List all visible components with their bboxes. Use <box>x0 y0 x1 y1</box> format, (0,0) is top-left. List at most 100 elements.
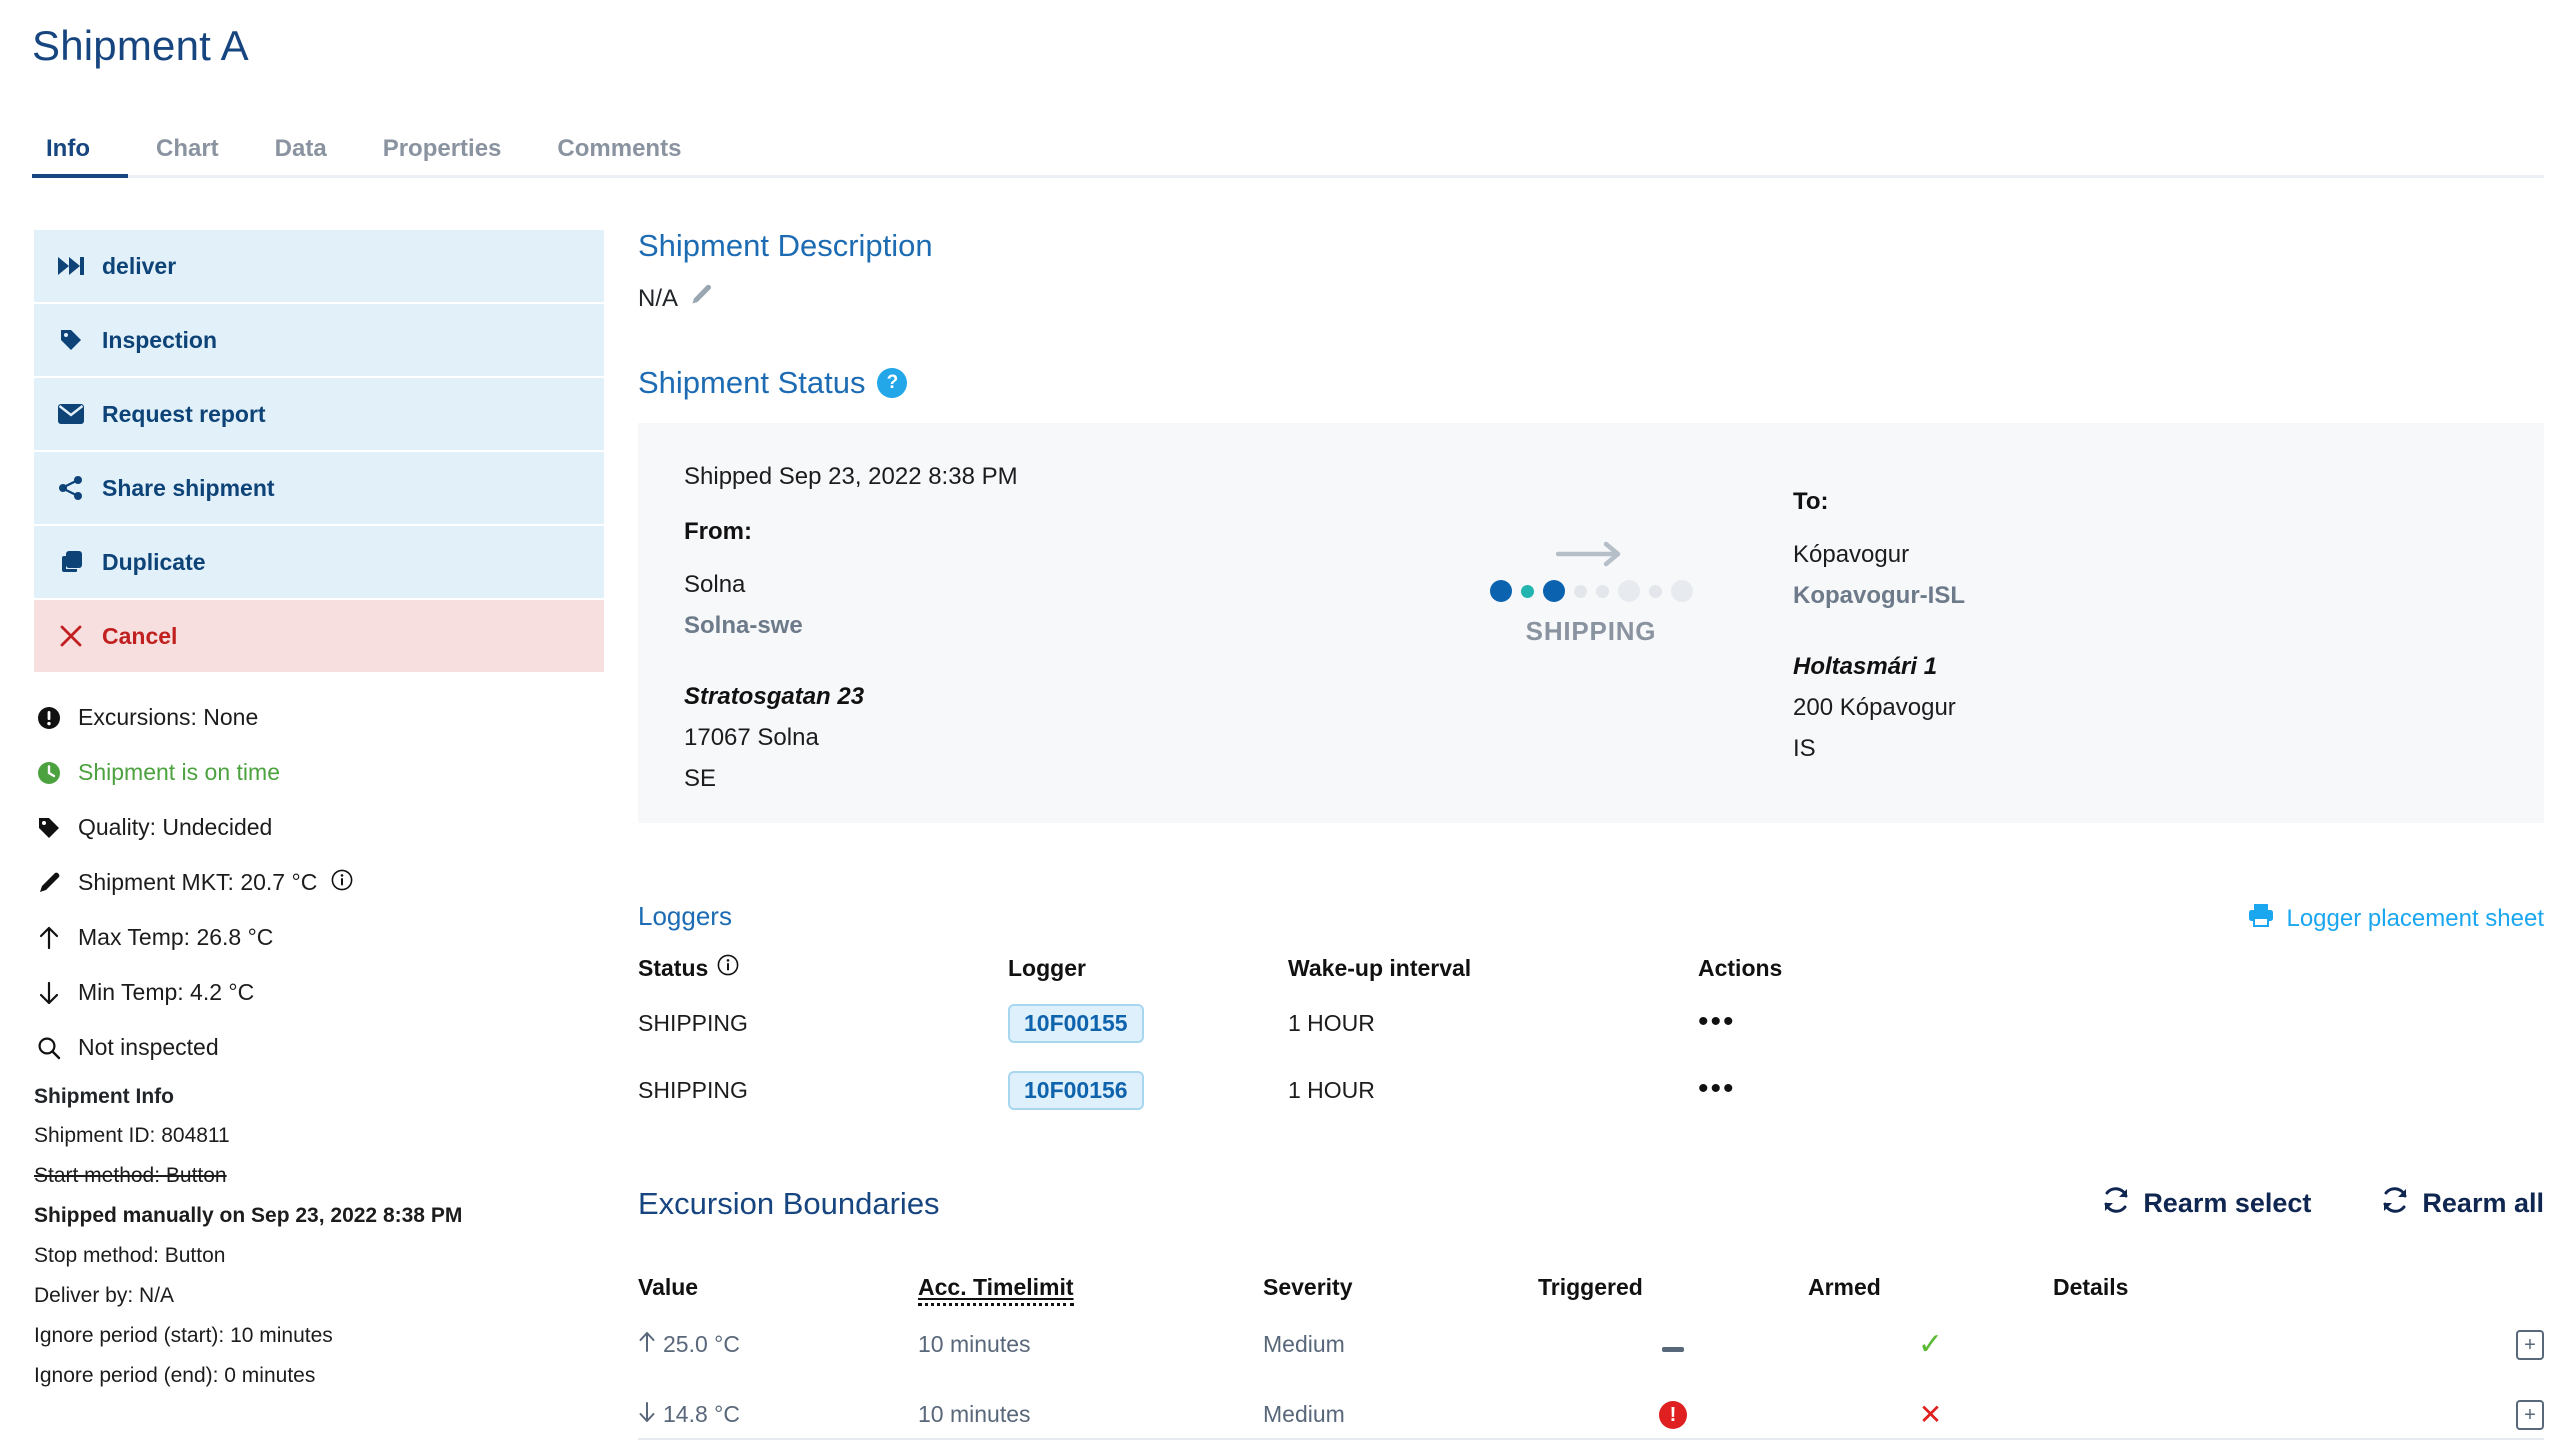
to-country: IS <box>1793 735 1816 762</box>
excursion-boundaries-section: Excursion Boundaries Rearm select Rearm … <box>638 1186 2544 1449</box>
tab-data[interactable]: Data <box>247 137 355 175</box>
progress-dot-4 <box>1595 584 1609 598</box>
info-circle-icon[interactable] <box>717 954 739 982</box>
shipment-info-heading: Shipment Info <box>34 1085 174 1108</box>
logger-interval: 1 HOUR <box>1288 1077 1375 1103</box>
shipment-status-title-row: Shipment Status ? <box>638 365 2544 401</box>
exc-severity: Medium <box>1263 1331 1345 1357</box>
to-city: Kópavogur <box>1793 541 1910 568</box>
page-title: Shipment A <box>32 22 249 69</box>
arrow-down-icon <box>34 981 64 1005</box>
inspection-button[interactable]: Inspection <box>34 304 604 378</box>
deliver-label: deliver <box>102 252 177 279</box>
table-row: 25.0 °C 10 minutes Medium ✓ + <box>638 1309 2544 1380</box>
logger-id-chip[interactable]: 10F00156 <box>1008 1071 1144 1110</box>
share-shipment-button[interactable]: Share shipment <box>34 452 604 526</box>
share-shipment-label: Share shipment <box>102 474 275 501</box>
progress-dot-7 <box>1670 580 1693 602</box>
rearm-all-label: Rearm all <box>2422 1188 2544 1218</box>
exc-col-triggered: Triggered <box>1538 1274 1643 1300</box>
from-city: Solna <box>684 571 746 598</box>
shipment-description-value: N/A <box>638 284 679 312</box>
close-icon <box>56 625 86 647</box>
shipment-detail-page: Shipment A Info Chart Data Properties Co… <box>0 0 2576 1452</box>
shipment-description-value-row: N/A <box>638 284 2544 313</box>
refresh-icon <box>2102 1186 2130 1221</box>
share-icon <box>56 476 86 500</box>
info-circle-icon[interactable] <box>331 869 353 897</box>
magnifier-icon <box>34 1036 64 1060</box>
triggered-alert-icon: ! <box>1659 1401 1687 1430</box>
shipment-info-deliver-by: Deliver by: N/A <box>34 1284 175 1307</box>
exc-value: 14.8 °C <box>663 1401 740 1427</box>
status-excursions-label: Excursions: None <box>78 704 259 730</box>
triggered-none-icon <box>1662 1347 1684 1352</box>
excursion-table: Value Acc. Timelimit Severity Triggered … <box>638 1274 2544 1449</box>
thermometer-icon <box>34 871 64 895</box>
exc-col-value: Value <box>638 1274 699 1300</box>
to-address: To: Kópavogur Kopavogur-ISL Holtasmári 1… <box>1793 488 1965 769</box>
action-menu: deliver Inspection Request report Share … <box>34 230 604 674</box>
loggers-col-interval: Wake-up interval <box>1288 955 1472 981</box>
details-expand-icon[interactable]: + <box>2516 1329 2544 1360</box>
status-on-time-label: Shipment is on time <box>78 759 280 785</box>
shipment-status-list: Excursions: None Shipment is on time Qua… <box>34 690 604 1075</box>
progress-dot-2 <box>1542 580 1565 602</box>
help-icon[interactable]: ? <box>877 368 908 398</box>
exc-col-severity: Severity <box>1263 1274 1353 1300</box>
progress-dot-3 <box>1573 584 1587 598</box>
bottom-divider <box>638 1438 2544 1440</box>
request-report-button[interactable]: Request report <box>34 378 604 452</box>
status-inspection-label: Not inspected <box>78 1034 219 1060</box>
progress-dots <box>1431 578 1751 604</box>
status-on-time: Shipment is on time <box>34 745 604 800</box>
exc-value: 25.0 °C <box>663 1331 740 1357</box>
rearm-select-button[interactable]: Rearm select <box>2102 1186 2311 1221</box>
logger-actions-menu-icon[interactable]: ••• <box>1698 1005 1736 1038</box>
cancel-button[interactable]: Cancel <box>34 600 604 674</box>
logger-actions-menu-icon[interactable]: ••• <box>1698 1072 1736 1105</box>
tab-info[interactable]: Info <box>32 137 128 178</box>
duplicate-label: Duplicate <box>102 548 206 575</box>
logger-id-chip[interactable]: 10F00155 <box>1008 1004 1144 1043</box>
duplicate-button[interactable]: Duplicate <box>34 526 604 600</box>
shipment-info-ignore-end: Ignore period (end): 0 minutes <box>34 1364 316 1387</box>
shipment-info-block: Shipment Info Shipment ID: 804811 Start … <box>34 1085 634 1396</box>
tag-icon <box>34 816 64 840</box>
tab-bar: Info Chart Data Properties Comments <box>32 122 2544 178</box>
status-mkt-label: Shipment MKT: 20.7 °C <box>78 869 318 895</box>
pencil-icon[interactable] <box>690 284 712 313</box>
shipping-progress: SHIPPING <box>1431 541 1751 647</box>
shipment-info-ignore-start: Ignore period (start): 10 minutes <box>34 1324 333 1347</box>
from-label: From: <box>684 518 752 545</box>
logger-status: SHIPPING <box>638 1010 748 1036</box>
tab-comments[interactable]: Comments <box>529 137 709 175</box>
to-label: To: <box>1793 488 1829 515</box>
from-code: Solna-swe <box>684 612 803 639</box>
logger-status: SHIPPING <box>638 1077 748 1103</box>
shipment-info-start-method: Start method: Button <box>34 1164 227 1187</box>
rearm-buttons: Rearm select Rearm all <box>2102 1186 2544 1221</box>
arrow-right-icon <box>1431 541 1751 572</box>
shipment-info-stop-method: Stop method: Button <box>34 1244 226 1267</box>
envelope-icon <box>56 404 86 424</box>
tab-properties[interactable]: Properties <box>355 137 530 175</box>
exc-col-timelimit[interactable]: Acc. Timelimit <box>918 1274 1074 1306</box>
logger-placement-sheet-link[interactable]: Logger placement sheet <box>2248 903 2544 934</box>
tab-chart[interactable]: Chart <box>128 137 247 175</box>
rearm-all-button[interactable]: Rearm all <box>2381 1186 2544 1221</box>
status-quality-label: Quality: Undecided <box>78 814 273 840</box>
shipment-description-title: Shipment Description <box>638 228 933 263</box>
refresh-icon <box>2381 1186 2409 1221</box>
shipment-status-title: Shipment Status <box>638 365 866 400</box>
shipped-date: Shipped Sep 23, 2022 8:38 PM <box>684 463 1018 490</box>
exc-col-details: Details <box>2053 1274 2129 1300</box>
printer-icon <box>2248 903 2274 934</box>
to-street: Holtasmári 1 <box>1793 653 1938 680</box>
deliver-button[interactable]: deliver <box>34 230 604 304</box>
status-quality: Quality: Undecided <box>34 800 604 855</box>
shipment-info-id: Shipment ID: 804811 <box>34 1124 230 1147</box>
inspection-label: Inspection <box>102 326 218 353</box>
request-report-label: Request report <box>102 400 266 427</box>
details-expand-icon[interactable]: + <box>2516 1399 2544 1430</box>
